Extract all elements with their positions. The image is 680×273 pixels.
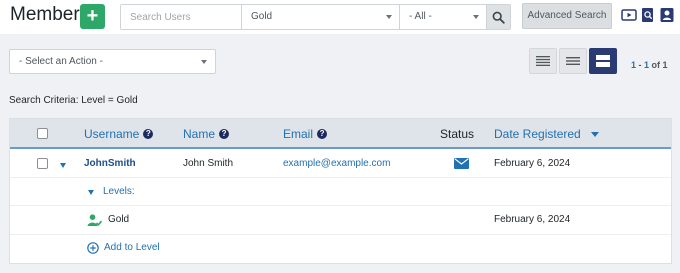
user-card-icon[interactable] <box>659 7 675 23</box>
list-expanded-icon <box>596 55 610 67</box>
user-check-icon <box>87 214 103 230</box>
search-icon <box>492 11 505 24</box>
view-toggle-group <box>529 48 617 74</box>
page-title: Members <box>10 4 90 25</box>
page-total: 1 <box>662 60 668 70</box>
pagination-info: 1 - 1 of 1 <box>631 60 668 70</box>
search-input[interactable] <box>121 5 242 29</box>
levels-row: Levels: <box>10 178 671 206</box>
column-name-label: Name <box>183 127 216 141</box>
column-username-label: Username <box>84 127 140 141</box>
envelope-icon[interactable] <box>454 158 469 172</box>
view-compact-button[interactable] <box>529 48 557 74</box>
chevron-down-icon <box>473 15 479 19</box>
level-name: Gold <box>108 214 130 225</box>
view-expanded-button[interactable] <box>589 48 617 74</box>
help-icon[interactable]: ? <box>219 129 230 139</box>
top-icon-group <box>621 7 675 23</box>
search-criteria: Search Criteria: Level = Gold <box>9 95 138 106</box>
search-button[interactable] <box>486 5 510 29</box>
column-status: Status <box>440 127 474 141</box>
date-registered: February 6, 2024 <box>494 158 571 169</box>
level-filter-select[interactable]: Gold <box>242 5 400 29</box>
column-name[interactable]: Name ? <box>183 127 230 141</box>
email-link[interactable]: example@example.com <box>283 158 390 169</box>
member-name: John Smith <box>183 158 234 169</box>
levels-label[interactable]: Levels: <box>103 186 135 197</box>
top-bar: Members + Gold - All - Advanced Search <box>0 0 680 34</box>
column-email-label: Email <box>283 127 314 141</box>
add-member-button[interactable]: + <box>80 4 105 29</box>
column-date-label: Date Registered <box>494 127 581 141</box>
expand-caret-icon[interactable] <box>60 163 66 168</box>
help-icon[interactable]: ? <box>317 129 328 139</box>
add-level-row: Add to Level <box>10 235 671 263</box>
page-separator: - <box>636 60 645 70</box>
help-icon[interactable]: ? <box>143 129 154 139</box>
level-filter-value: Gold <box>251 11 273 22</box>
bulk-action-select[interactable]: - Select an Action - <box>9 49 216 74</box>
level-date: February 6, 2024 <box>494 214 571 225</box>
list-compact-icon <box>536 56 550 66</box>
search-document-icon[interactable] <box>640 7 656 23</box>
chevron-down-icon <box>386 15 392 19</box>
members-table: Username ? Name ? Email ? Status Date Re… <box>9 118 672 264</box>
search-group: Gold - All - <box>120 4 511 30</box>
advanced-search-button[interactable]: Advanced Search <box>522 3 612 29</box>
column-date-registered[interactable]: Date Registered <box>494 127 599 141</box>
status-filter-value: - All - <box>409 11 432 22</box>
column-status-label: Status <box>440 127 475 141</box>
table-header: Username ? Name ? Email ? Status Date Re… <box>10 119 671 149</box>
bulk-action-value: - Select an Action - <box>19 56 103 67</box>
content-area: - Select an Action - 1 - 1 of 1 Search C… <box>0 34 680 273</box>
plus-circle-icon[interactable] <box>87 242 99 257</box>
column-email[interactable]: Email ? <box>283 127 328 141</box>
column-username[interactable]: Username ? <box>84 127 154 141</box>
sort-down-icon[interactable] <box>590 131 599 137</box>
row-checkbox[interactable] <box>37 158 48 169</box>
view-list-button[interactable] <box>559 48 587 74</box>
username-link[interactable]: JohnSmith <box>84 158 136 169</box>
level-row: Gold February 6, 2024 <box>10 206 671 235</box>
table-row: JohnSmith John Smith example@example.com… <box>10 151 671 178</box>
video-icon[interactable] <box>621 7 637 23</box>
chevron-down-icon <box>201 60 207 64</box>
list-icon <box>566 57 580 65</box>
add-to-level-link[interactable]: Add to Level <box>104 242 160 253</box>
select-all-checkbox[interactable] <box>37 128 48 139</box>
status-filter-select[interactable]: - All - <box>400 5 486 29</box>
levels-caret-icon[interactable] <box>88 190 94 195</box>
page-of-label: of <box>649 60 663 70</box>
